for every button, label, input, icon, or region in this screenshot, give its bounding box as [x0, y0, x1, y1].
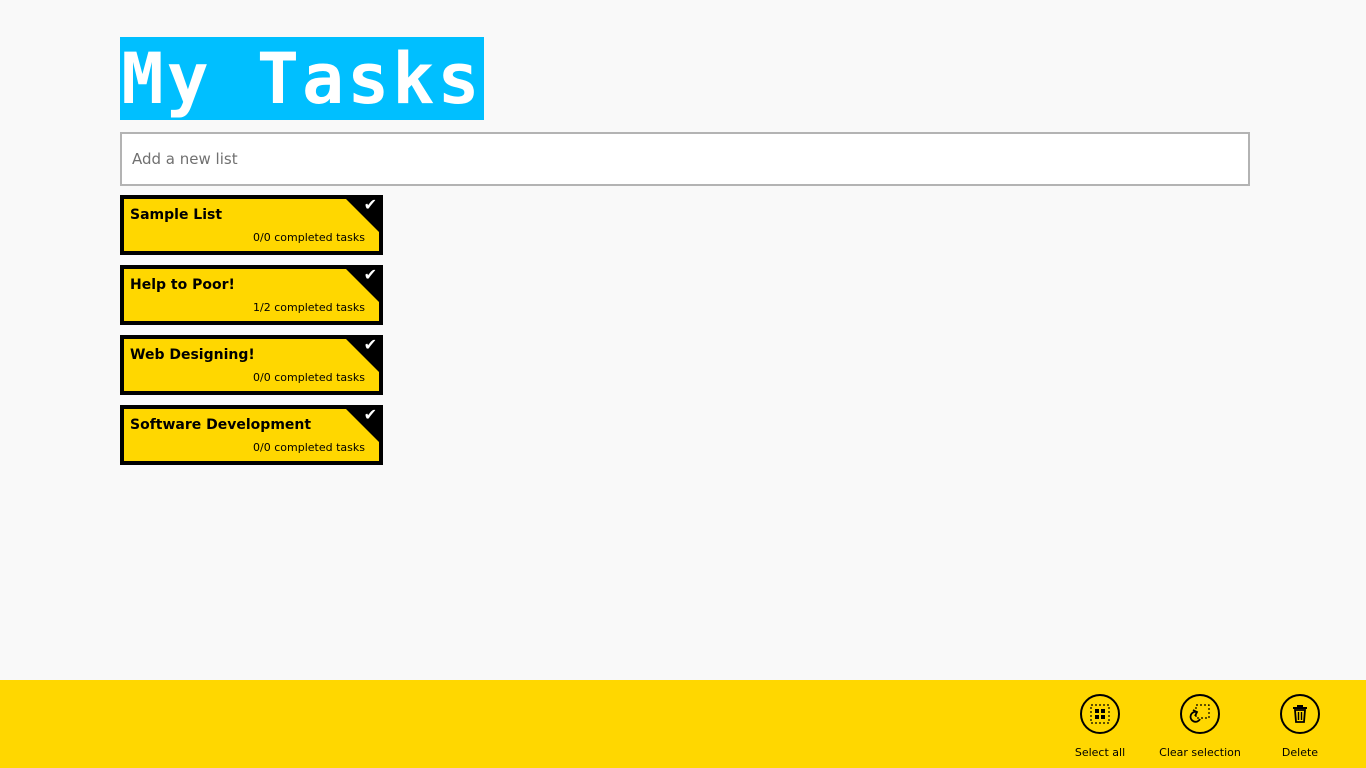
list-status: 0/0 completed tasks: [253, 441, 365, 454]
list-tile[interactable]: ✔ Web Designing! 0/0 completed tasks: [120, 335, 383, 395]
list-status: 1/2 completed tasks: [253, 301, 365, 314]
app-title-banner: My Tasks: [120, 37, 484, 120]
delete-label: Delete: [1281, 746, 1319, 759]
app-bar: Select all Clear selection Delete: [0, 680, 1366, 768]
list-title: Help to Poor!: [130, 277, 235, 293]
list-title: Sample List: [130, 207, 223, 223]
add-list-input[interactable]: [120, 132, 1250, 186]
clear-selection-button[interactable]: Clear selection: [1150, 694, 1250, 759]
select-all-button[interactable]: Select all: [1050, 694, 1150, 759]
checkmark-icon: ✔: [363, 335, 377, 354]
list-status: 0/0 completed tasks: [253, 371, 365, 384]
trash-icon: [1280, 694, 1320, 734]
checkmark-icon: ✔: [363, 265, 377, 284]
select-all-label: Select all: [1074, 746, 1126, 759]
clear-selection-label: Clear selection: [1159, 746, 1241, 759]
list-status: 0/0 completed tasks: [253, 231, 365, 244]
list-title: Software Development: [130, 417, 312, 433]
select-all-icon: [1080, 694, 1120, 734]
list-tile[interactable]: ✔ Help to Poor! 1/2 completed tasks: [120, 265, 383, 325]
page-title: My Tasks: [121, 37, 483, 120]
clear-selection-icon: [1180, 694, 1220, 734]
checkmark-icon: ✔: [363, 405, 377, 424]
list-tile[interactable]: ✔ Sample List 0/0 completed tasks: [120, 195, 383, 255]
list-title: Web Designing!: [130, 347, 255, 363]
task-lists: ✔ Sample List 0/0 completed tasks ✔ Help…: [120, 195, 383, 475]
app-page: My Tasks ✔ Sample List 0/0 completed tas…: [0, 0, 1366, 768]
delete-button[interactable]: Delete: [1250, 694, 1350, 759]
checkmark-icon: ✔: [363, 195, 377, 214]
list-tile[interactable]: ✔ Software Development 0/0 completed tas…: [120, 405, 383, 465]
